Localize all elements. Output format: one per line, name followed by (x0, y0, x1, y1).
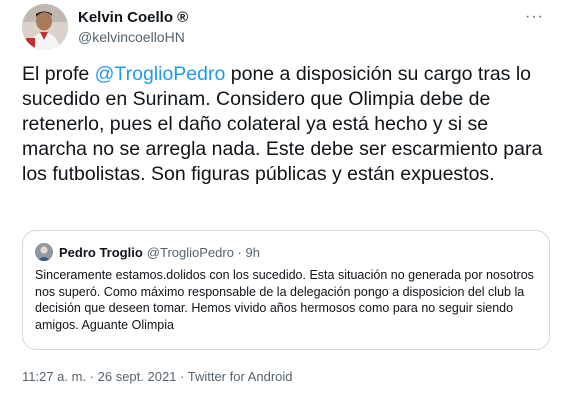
tweet-text: El profe @TroglioPedro pone a disposició… (22, 62, 552, 187)
quoted-tweet-header: Pedro Troglio @TroglioPedro · 9h (35, 242, 260, 262)
tweet-header: Kelvin Coello ® @kelvincoelloHN ··· (22, 4, 552, 52)
mention-link[interactable]: @TroglioPedro (95, 63, 226, 85)
author-avatar[interactable] (22, 4, 68, 50)
quoted-author-name: Pedro Troglio (59, 244, 143, 260)
tweet-text-start: El profe (22, 63, 95, 85)
tweet-card: Kelvin Coello ® @kelvincoelloHN ··· El p… (0, 0, 565, 400)
author-display-name[interactable]: Kelvin Coello ® (78, 8, 188, 27)
quoted-tweet-text: Sinceramente estamos.dolidos con los suc… (35, 268, 534, 332)
more-dots-icon[interactable]: ··· (525, 8, 544, 26)
quoted-author-handle-time: @TroglioPedro · 9h (146, 244, 260, 260)
tweet-timestamp[interactable]: 11:27 a. m. · 26 sept. 2021 · Twitter fo… (22, 369, 293, 384)
author-handle[interactable]: @kelvincoelloHN (78, 28, 188, 47)
quoted-tweet[interactable]: Pedro Troglio @TroglioPedro · 9h Sincera… (22, 230, 550, 350)
quoted-author-avatar (35, 243, 53, 261)
